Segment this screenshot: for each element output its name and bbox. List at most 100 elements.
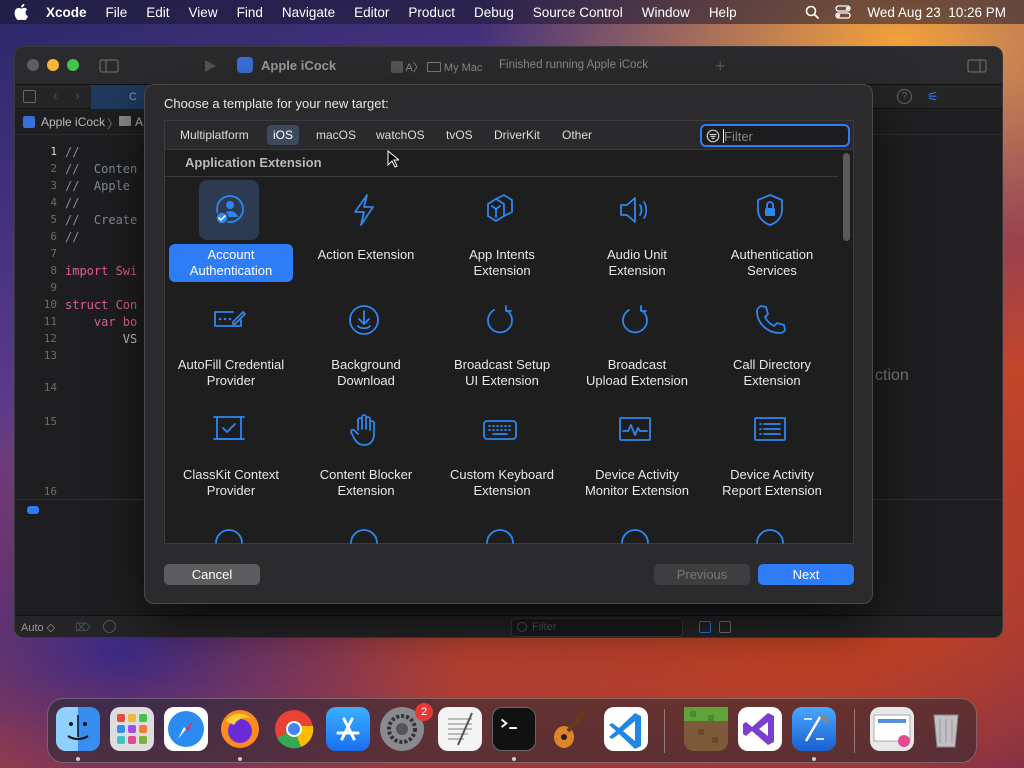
trash-icon[interactable] bbox=[924, 707, 968, 751]
template-label: Extension bbox=[473, 483, 531, 498]
partial-template-icon[interactable] bbox=[482, 525, 518, 544]
textedit-icon[interactable] bbox=[438, 707, 482, 751]
tab-driverkit[interactable]: DriverKit bbox=[488, 125, 546, 145]
spotlight-search-icon[interactable] bbox=[805, 5, 820, 19]
template-autofill-credential-provider[interactable]: AutoFill Credential Provider bbox=[169, 288, 293, 392]
debug-toggle-icon[interactable] bbox=[27, 506, 39, 514]
template-label: Extension bbox=[743, 373, 801, 388]
template-account-authentication[interactable]: Account Authentication bbox=[169, 178, 293, 282]
finder-icon[interactable] bbox=[56, 707, 100, 751]
filter-placeholder: Filter bbox=[724, 129, 753, 144]
template-broadcast-setup-ui-extension[interactable]: Broadcast Setup UI Extension bbox=[440, 288, 564, 392]
menu-help[interactable]: Help bbox=[709, 5, 737, 20]
code-line: // bbox=[65, 196, 80, 210]
line-number: 1 bbox=[50, 145, 57, 158]
breadcrumb-project[interactable]: Apple iCock bbox=[41, 115, 105, 129]
bottom-filter-field[interactable]: Filter bbox=[511, 618, 683, 637]
editor-tab[interactable]: C bbox=[91, 85, 151, 109]
template-action-extension[interactable]: Action Extension bbox=[304, 178, 428, 282]
preview-icon[interactable] bbox=[870, 707, 914, 751]
menu-window[interactable]: Window bbox=[642, 5, 690, 20]
next-button[interactable]: Next bbox=[758, 564, 854, 585]
destination-selector[interactable]: A〉 My Mac bbox=[391, 59, 482, 75]
template-call-directory-extension[interactable]: Call Directory Extension bbox=[710, 288, 834, 392]
template-scrollbar-thumb[interactable] bbox=[843, 153, 850, 241]
menu-product[interactable]: Product bbox=[408, 5, 455, 20]
tab-ios[interactable]: iOS bbox=[267, 125, 300, 145]
menu-file[interactable]: File bbox=[106, 5, 128, 20]
running-indicator bbox=[812, 757, 816, 761]
back-icon[interactable]: ‹ bbox=[53, 87, 58, 103]
menu-editor[interactable]: Editor bbox=[354, 5, 389, 20]
tab-watchos[interactable]: watchOS bbox=[370, 125, 431, 145]
template-device-activity-monitor-extension[interactable]: Device Activity Monitor Extension bbox=[575, 398, 699, 502]
tab-multiplatform[interactable]: Multiplatform bbox=[174, 125, 255, 145]
adjust-icon[interactable]: ⚟ bbox=[927, 89, 939, 105]
split-right-icon[interactable] bbox=[719, 621, 731, 633]
garageband-icon[interactable] bbox=[546, 707, 590, 751]
app-store-icon[interactable] bbox=[326, 707, 370, 751]
grid-icon[interactable] bbox=[23, 90, 36, 103]
partial-template-icon[interactable] bbox=[752, 525, 788, 544]
partial-template-icon[interactable] bbox=[346, 525, 382, 544]
menu-debug[interactable]: Debug bbox=[474, 5, 514, 20]
line-number: 14 bbox=[43, 381, 57, 394]
code-line: VS bbox=[65, 332, 138, 346]
menu-xcode[interactable]: Xcode bbox=[46, 5, 87, 20]
template-label: Report Extension bbox=[722, 483, 822, 498]
add-tab-icon[interactable]: + bbox=[715, 56, 726, 77]
vscode-icon[interactable] bbox=[604, 707, 648, 751]
firefox-icon[interactable] bbox=[218, 707, 262, 751]
chrome-icon[interactable] bbox=[272, 707, 316, 751]
menu-find[interactable]: Find bbox=[237, 5, 263, 20]
template-custom-keyboard-extension[interactable]: Custom Keyboard Extension bbox=[440, 398, 564, 502]
menubar-clock[interactable]: Wed Aug 23 10:26 PM bbox=[867, 5, 1006, 20]
menu-view[interactable]: View bbox=[189, 5, 218, 20]
close-window-button[interactable] bbox=[27, 59, 39, 71]
tab-other[interactable]: Other bbox=[556, 125, 598, 145]
scheme-name[interactable]: Apple iCock bbox=[261, 58, 336, 73]
bottom-info-icon[interactable] bbox=[103, 620, 116, 633]
zoom-window-button[interactable] bbox=[67, 59, 79, 71]
forward-icon[interactable]: › bbox=[75, 87, 80, 103]
template-row-partial bbox=[165, 523, 839, 544]
minimize-window-button[interactable] bbox=[47, 59, 59, 71]
template-audio-unit-extension[interactable]: Audio Unit Extension bbox=[575, 178, 699, 282]
menu-edit[interactable]: Edit bbox=[146, 5, 169, 20]
bottom-trash-icon[interactable]: ⌦ bbox=[75, 621, 91, 634]
running-indicator bbox=[238, 757, 242, 761]
tab-tvos[interactable]: tvOS bbox=[440, 125, 479, 145]
template-label: Upload Extension bbox=[586, 373, 688, 388]
template-device-activity-report-extension[interactable]: Device Activity Report Extension bbox=[710, 398, 834, 502]
control-center-icon[interactable] bbox=[835, 5, 852, 19]
terminal-icon[interactable] bbox=[492, 707, 536, 751]
safari-icon[interactable] bbox=[164, 707, 208, 751]
template-app-intents-extension[interactable]: App Intents Extension bbox=[440, 178, 564, 282]
xcode-icon[interactable] bbox=[792, 707, 836, 751]
cancel-button[interactable]: Cancel bbox=[164, 564, 260, 585]
apple-menu-icon[interactable] bbox=[14, 4, 28, 20]
visual-studio-icon[interactable] bbox=[738, 707, 782, 751]
template-content-blocker-extension[interactable]: Content Blocker Extension bbox=[304, 398, 428, 502]
template-label: Extension bbox=[608, 263, 666, 278]
partial-template-icon[interactable] bbox=[617, 525, 653, 544]
run-button-icon[interactable] bbox=[203, 59, 217, 73]
template-authentication-services[interactable]: Authentication Services bbox=[710, 178, 834, 282]
filter-field[interactable]: Filter bbox=[700, 124, 850, 147]
template-background-download[interactable]: Background Download bbox=[304, 288, 428, 392]
auto-selector[interactable]: Auto ◇ bbox=[21, 621, 55, 634]
minecraft-icon[interactable] bbox=[684, 707, 728, 751]
launchpad-icon[interactable] bbox=[110, 707, 154, 751]
menu-source-control[interactable]: Source Control bbox=[533, 5, 623, 20]
template-broadcast-upload-extension[interactable]: Broadcast Upload Extension bbox=[575, 288, 699, 392]
partial-template-icon[interactable] bbox=[211, 525, 247, 544]
sidebar-toggle-icon[interactable] bbox=[99, 59, 119, 73]
menu-navigate[interactable]: Navigate bbox=[282, 5, 335, 20]
tab-macos[interactable]: macOS bbox=[310, 125, 362, 145]
help-icon[interactable]: ? bbox=[897, 89, 912, 104]
inspector-toggle-icon[interactable] bbox=[967, 59, 987, 73]
previous-button[interactable]: Previous bbox=[654, 564, 750, 585]
template-classkit-context-provider[interactable]: ClassKit Context Provider bbox=[169, 398, 293, 502]
split-left-icon[interactable] bbox=[699, 621, 711, 633]
breadcrumb-file[interactable]: A bbox=[135, 115, 143, 129]
